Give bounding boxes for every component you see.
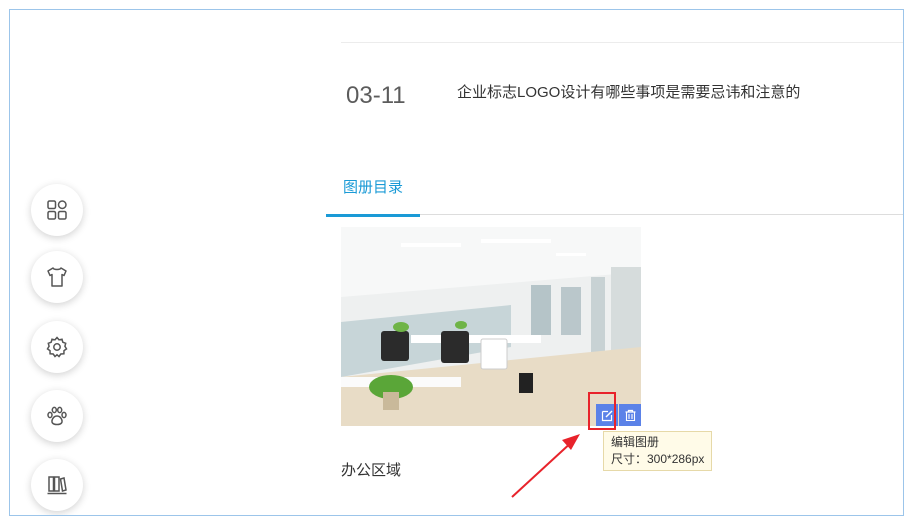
news-date: 03-11 [346,82,406,109]
edit-tooltip: 编辑图册 尺寸：300*286px [603,431,713,471]
sidebar-theme-button[interactable] [31,251,83,303]
page-frame: 03-11 企业标志LOGO设计有哪些事项是需要忌讳和注意的 图册目录 编辑图册… [9,9,904,516]
tab-album-catalog[interactable]: 图册目录 [326,176,420,217]
sidebar-settings-button[interactable] [31,321,83,373]
annotation-arrow [511,434,580,498]
grid-icon [47,200,67,220]
trash-icon [625,409,635,421]
gear-icon [46,336,68,358]
album-name: 办公区域 [341,462,402,479]
sidebar-library-button[interactable] [31,459,83,511]
sidebar-grid-button[interactable] [31,184,83,236]
books-icon [47,476,67,495]
news-title-link[interactable]: 企业标志LOGO设计有哪些事项是需要忌讳和注意的 [457,81,800,102]
delete-album-button[interactable] [619,404,641,426]
tshirt-icon [47,267,67,287]
tooltip-size: 尺寸：300*286px [611,452,705,466]
sidebar-pet-button[interactable] [31,390,83,442]
tooltip-title: 编辑图册 [611,435,660,449]
annotation-highlight [588,392,616,430]
paw-icon [47,406,67,426]
divider [341,42,903,43]
